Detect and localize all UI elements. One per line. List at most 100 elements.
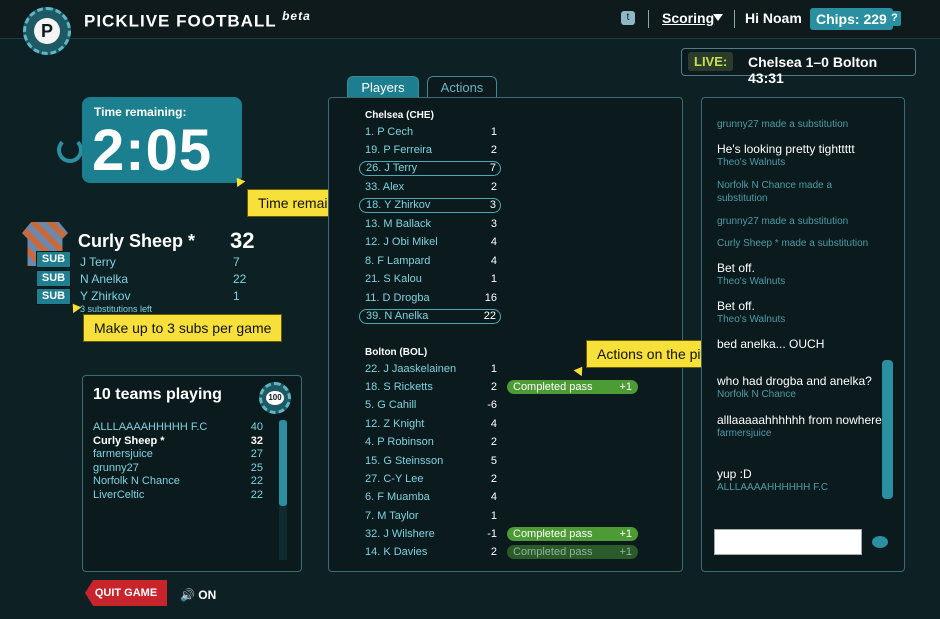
player-row[interactable]: 6. F Muamba 4 [359, 490, 501, 505]
player-row[interactable]: 5. G Cahill -6 [359, 398, 501, 413]
player-row[interactable]: 19. P Ferreira 2 [359, 143, 501, 158]
player-points: -6 [487, 399, 497, 411]
player-points: 4 [490, 418, 497, 430]
action-pill: Completed pass +1 [507, 380, 638, 394]
team-row-name: Curly Sheep * [93, 434, 165, 447]
team-row[interactable]: farmersjuice 27 [93, 448, 263, 462]
player-points: 1 [490, 510, 497, 522]
player-row[interactable]: 15. G Steinsson 5 [359, 454, 501, 469]
my-team-name: Curly Sheep * [78, 231, 196, 251]
speech-bubble-icon[interactable] [872, 536, 888, 548]
chat-system-text: grunny27 made a substitution [717, 216, 849, 227]
sub-button[interactable]: SUB [36, 270, 71, 287]
tab-actions[interactable]: Actions [427, 76, 497, 98]
teams-scrollbar-thumb[interactable] [279, 420, 287, 506]
sub-button[interactable]: SUB [36, 288, 71, 305]
players-panel: Chelsea (CHE) 1. P Cech 1 19. P Ferreira 2… [328, 97, 683, 572]
player-points: 1 [490, 273, 497, 285]
player-name: 32. J Wilshere [365, 528, 435, 540]
action-value: +1 [619, 528, 632, 540]
action-label: Completed pass [513, 381, 593, 393]
player-points: 2 [490, 436, 497, 448]
chat-system-message: grunny27 made a substitution [717, 215, 882, 228]
player-points: 2 [490, 181, 497, 193]
sound-toggle[interactable]: 🔊 ON [180, 588, 216, 602]
chat-panel: grunny27 made a substitution He's lookin… [701, 97, 905, 572]
help-icon[interactable]: ? [888, 11, 901, 26]
quit-game-button[interactable]: QUIT GAME [85, 580, 167, 606]
logo-letter: P [34, 18, 60, 44]
player-points: 22 [483, 310, 496, 322]
chelsea-title: Chelsea (CHE) [365, 110, 434, 121]
player-row[interactable]: 39. N Anelka 22 [359, 309, 501, 324]
player-row[interactable]: 4. P Robinson 2 [359, 435, 501, 450]
tab-players[interactable]: Players [347, 76, 419, 98]
player-name: 7. M Taylor [365, 510, 419, 522]
pick-name: J Terry [80, 255, 116, 269]
player-name: 26. J Terry [366, 162, 418, 174]
chat-message-text: who had drogba and anelka? [717, 374, 872, 388]
player-row[interactable]: 33. Alex 2 [359, 180, 501, 195]
player-name: 22. J Jaaskelainen [365, 363, 457, 375]
player-row[interactable]: 13. M Ballack 3 [359, 217, 501, 232]
player-row[interactable]: 14. K Davies 2 [359, 545, 501, 560]
scoring-menu[interactable]: Scoring [662, 10, 714, 26]
player-name: 12. Z Knight [365, 418, 425, 430]
player-name: 15. G Steinsson [365, 455, 444, 467]
player-row[interactable]: 7. M Taylor 1 [359, 509, 501, 524]
live-score: Chelsea 1–0 Bolton 43:31 [748, 54, 878, 86]
chat-scrollbar[interactable] [882, 360, 893, 499]
player-name: 19. P Ferreira [365, 144, 433, 156]
team-row-points: 32 [250, 434, 263, 447]
team-row[interactable]: Curly Sheep * 32 [93, 435, 263, 449]
player-points: 2 [490, 473, 497, 485]
chat-message-text: yup :D [717, 467, 752, 481]
pick-points: 7 [233, 255, 240, 269]
team-row[interactable]: LiverCeltic 22 [93, 489, 263, 503]
chat-input[interactable] [714, 529, 862, 555]
team-row[interactable]: Norfolk N Chance 22 [93, 475, 263, 489]
player-points: 2 [490, 144, 497, 156]
player-row[interactable]: 21. S Kalou 1 [359, 272, 501, 287]
player-row[interactable]: 1. P Cech 1 [359, 125, 501, 140]
player-row[interactable]: 11. D Drogba 16 [359, 291, 501, 306]
chat-message: Bet off. Theo's Walnuts [717, 298, 882, 326]
player-points: 4 [490, 236, 497, 248]
chips-balance[interactable]: Chips: 229 [810, 8, 893, 30]
badge-100-label: 100 [266, 391, 284, 405]
player-row[interactable]: 26. J Terry 7 [359, 161, 501, 176]
sound-state: ON [198, 588, 217, 602]
player-row[interactable]: 27. C-Y Lee 2 [359, 472, 501, 487]
player-name: 12. J Obi Mikel [365, 236, 438, 248]
team-row-name: Norfolk N Chance [93, 475, 180, 488]
substitutions-left: 3 substitutions left [80, 304, 153, 314]
player-name: 5. G Cahill [365, 399, 417, 411]
player-row[interactable]: 8. F Lampard 4 [359, 254, 501, 269]
chevron-down-icon[interactable] [713, 14, 723, 21]
player-name: 11. D Drogba [365, 292, 430, 304]
team-row[interactable]: ALLLAAAAHHHHH F.C 40 [93, 421, 263, 435]
player-name: 18. S Ricketts [365, 381, 433, 393]
chat-system-message: Curly Sheep * made a substitution [717, 237, 882, 250]
sub-button[interactable]: SUB [36, 251, 71, 268]
player-row[interactable]: 18. S Ricketts 2 [359, 380, 501, 395]
player-row[interactable]: 12. J Obi Mikel 4 [359, 235, 501, 250]
chat-system-message: grunny27 made a substitution [717, 118, 882, 131]
player-name: 21. S Kalou [365, 273, 422, 285]
player-name: 6. F Muamba [365, 491, 430, 503]
teams-playing-title: 10 teams playing [93, 386, 222, 403]
player-row[interactable]: 32. J Wilshere -1 [359, 527, 501, 542]
user-greeting: Hi Noam [745, 10, 802, 26]
team-row-name: grunny27 [93, 461, 139, 474]
team-row-points: 22 [250, 475, 263, 488]
team-row-points: 40 [250, 421, 263, 433]
twitter-icon[interactable]: t [621, 11, 635, 25]
picklive-logo[interactable]: P [23, 7, 71, 55]
player-row[interactable]: 22. J Jaaskelainen 1 [359, 362, 501, 377]
player-row[interactable]: 12. Z Knight 4 [359, 417, 501, 432]
player-name: 1. P Cech [365, 126, 414, 138]
player-row[interactable]: 18. Y Zhirkov 3 [359, 198, 501, 213]
player-name: 33. Alex [365, 181, 405, 193]
tooltip-subs: Make up to 3 subs per game [83, 314, 283, 342]
team-row[interactable]: grunny27 25 [93, 462, 263, 476]
